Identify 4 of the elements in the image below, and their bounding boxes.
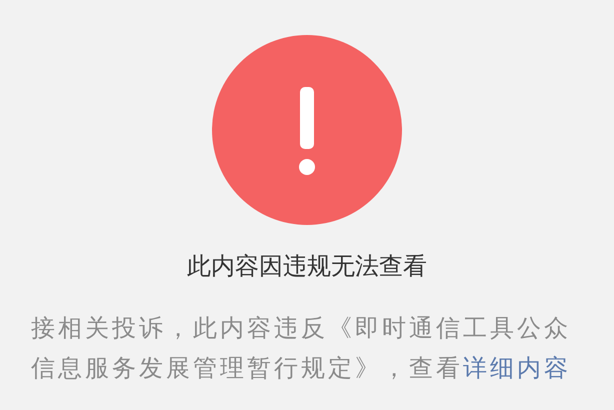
details-link[interactable]: 详细内容 [463, 354, 571, 382]
error-title: 此内容因违规无法查看 [187, 251, 427, 281]
error-message: 接相关投诉，此内容违反《即时通信工具公众信息服务发展管理暂行规定》，查看详细内容 [31, 313, 572, 384]
warning-icon [212, 35, 402, 225]
